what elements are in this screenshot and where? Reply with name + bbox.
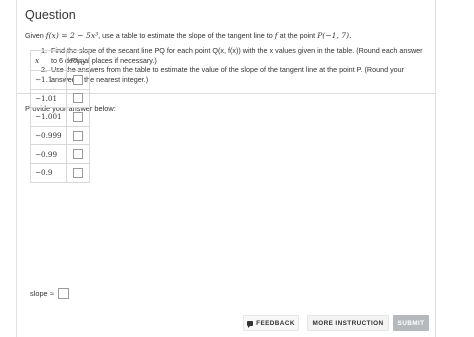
table-row: −0.99 xyxy=(30,144,90,164)
more-instruction-button[interactable]: MORE INSTRUCTION xyxy=(307,315,389,331)
slope-answer-input[interactable] xyxy=(72,149,83,160)
question-heading: Question xyxy=(25,8,76,22)
m-cell xyxy=(65,70,90,90)
slope-answer-input[interactable] xyxy=(72,93,83,104)
x-value: −1.001 xyxy=(30,107,67,127)
table-row: −0.9 xyxy=(30,162,90,183)
header-m-subscript: PQ xyxy=(77,60,85,67)
stem-point-pre: at the point xyxy=(279,31,316,40)
table-row: −1.001 xyxy=(30,107,90,127)
header-x: x xyxy=(30,50,67,71)
f-symbol: f xyxy=(274,31,278,40)
part-2: Use the answers from the table to estima… xyxy=(49,65,427,84)
action-bar: FEEDBACK MORE INSTRUCTION SUBMIT xyxy=(17,315,435,333)
table-row: −1.01 xyxy=(30,88,90,109)
slope-answer-input[interactable] xyxy=(72,74,83,85)
m-cell xyxy=(65,107,90,127)
m-cell xyxy=(65,88,90,109)
submit-button[interactable]: SUBMIT xyxy=(393,315,429,331)
table-header-row: x mPQ xyxy=(30,50,90,71)
x-value: −0.99 xyxy=(30,144,67,164)
feedback-label: FEEDBACK xyxy=(256,319,295,327)
stem-mid: , use a table to estimate the slope of t… xyxy=(98,31,273,40)
table-row: −1.1 xyxy=(30,70,90,90)
answer-table: x mPQ −1.1 −1.01 −1.001 −0.999 −0.99 −0.… xyxy=(30,50,90,183)
question-card: Question Given f(x) = 2 − 5x³, use a tab… xyxy=(16,0,436,337)
x-value: −0.999 xyxy=(30,125,67,146)
header-m: mPQ xyxy=(65,50,90,71)
tangent-slope-row: slope ≈ xyxy=(30,288,69,299)
x-value: −1.1 xyxy=(30,70,67,90)
slope-answer-input[interactable] xyxy=(72,130,83,141)
feedback-button[interactable]: FEEDBACK xyxy=(243,315,299,331)
x-value: −0.9 xyxy=(30,162,67,183)
stem-pre: Given xyxy=(25,31,44,40)
slope-label: slope ≈ xyxy=(30,289,54,298)
speech-bubble-icon xyxy=(247,320,254,328)
m-cell xyxy=(65,162,90,183)
function-expression: f(x) = 2 − 5x³ xyxy=(45,31,99,40)
slope-answer-input[interactable] xyxy=(72,112,83,122)
m-cell xyxy=(65,144,90,164)
table-row: −0.999 xyxy=(30,125,90,146)
slope-answer-input[interactable] xyxy=(72,167,83,178)
m-cell xyxy=(65,125,90,146)
part-1: Find the slope of the secant line PQ for… xyxy=(49,46,427,65)
point-expression: P(−1, 7). xyxy=(317,31,352,40)
x-value: −1.01 xyxy=(30,88,67,109)
question-stem: Given f(x) = 2 − 5x³, use a table to est… xyxy=(25,31,427,41)
question-parts: Find the slope of the secant line PQ for… xyxy=(49,46,427,84)
tangent-slope-input[interactable] xyxy=(57,288,69,299)
